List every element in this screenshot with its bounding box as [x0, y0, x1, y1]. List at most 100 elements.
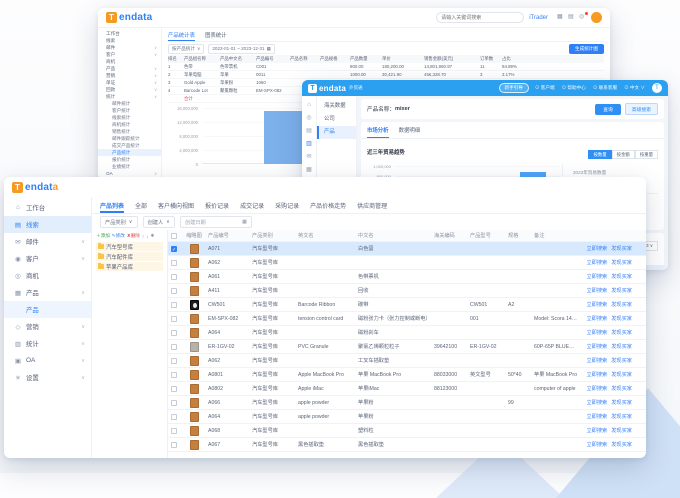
row-checkbox[interactable]: [171, 274, 177, 280]
tree-tool-＋添加[interactable]: ＋添加: [96, 233, 110, 239]
tree-tool-✱[interactable]: ✱: [150, 233, 154, 239]
product-code-link[interactable]: ER-1GV-02: [208, 344, 252, 350]
row-checkbox[interactable]: [171, 330, 177, 336]
action-link-发现买家[interactable]: 发现买家: [611, 343, 632, 350]
header-menu-item[interactable]: ⊙ 联系客服: [593, 85, 617, 91]
tab-产品统计表[interactable]: 产品统计表: [168, 31, 195, 41]
tree-tool-↑[interactable]: ↑: [142, 234, 144, 239]
product-code-link[interactable]: A0802: [208, 386, 252, 392]
row-checkbox[interactable]: [171, 260, 177, 266]
sidebar-item[interactable]: 客户∨: [98, 51, 161, 58]
sidebar-item[interactable]: 商机统计: [98, 121, 161, 128]
sidebar-item-设置[interactable]: ✳设置∨: [4, 369, 91, 386]
action-link-发现买家[interactable]: 发现买家: [611, 287, 632, 294]
sidebar-item[interactable]: 商机: [98, 58, 161, 65]
table-row[interactable]: A0802汽车型号库Apple iMac苹果iMac88123000comput…: [168, 382, 646, 396]
apps-icon[interactable]: ▦: [557, 14, 564, 21]
itrader-link[interactable]: iTrader: [529, 15, 548, 21]
product-code-link[interactable]: EM-SPX-082: [208, 316, 252, 322]
tree-tool-↓[interactable]: ↓: [146, 234, 148, 239]
tab-报价记录[interactable]: 报价记录: [205, 197, 229, 213]
tab-全部[interactable]: 全部: [135, 197, 147, 213]
sidebar-item[interactable]: 统计∨: [98, 93, 161, 100]
action-link-立即搜索[interactable]: 立即搜索: [586, 315, 607, 322]
sidebar-item-工作台[interactable]: ⌂工作台: [4, 199, 91, 216]
advanced-search-button[interactable]: 高级搜索: [625, 103, 658, 115]
action-link-立即搜索[interactable]: 立即搜索: [586, 343, 607, 350]
search-button[interactable]: 查询: [595, 104, 621, 115]
folder-item[interactable]: 汽车型号库: [96, 242, 163, 251]
action-link-立即搜索[interactable]: 立即搜索: [586, 371, 607, 378]
action-link-发现买家[interactable]: 发现买家: [611, 427, 632, 434]
product-code-link[interactable]: A071: [208, 246, 252, 252]
row-checkbox[interactable]: [171, 302, 177, 308]
date-range-input[interactable]: 2023-01-01 ~ 2023-12-31▦: [208, 44, 275, 54]
calendar-icon[interactable]: ▦: [306, 166, 312, 173]
action-link-立即搜索[interactable]: 立即搜索: [586, 329, 607, 336]
tab-客户横向视图[interactable]: 客户横向视图: [158, 197, 194, 213]
toggle-按金额[interactable]: 按金额: [612, 150, 635, 159]
sidebar-item-产品[interactable]: ▦产品∨: [4, 284, 91, 301]
sidebar-item[interactable]: 线索统计: [98, 114, 161, 121]
action-link-发现买家[interactable]: 发现买家: [611, 413, 632, 420]
table-row[interactable]: A067汽车型号库黑色插取垫黑色插取垫立即搜索发现买家: [168, 438, 646, 452]
sidebar-item-客户[interactable]: ◉客户∨: [4, 250, 91, 267]
action-link-发现买家[interactable]: 发现买家: [611, 273, 632, 280]
sidebar-item[interactable]: 客户统计: [98, 107, 161, 114]
row-checkbox[interactable]: [171, 442, 177, 448]
sidebar-item[interactable]: 产品∨: [98, 65, 161, 72]
row-checkbox[interactable]: [171, 386, 177, 392]
header-menu-item[interactable]: ⊙ 中文 ∨: [624, 85, 645, 91]
sidebar-item-商机[interactable]: ◎商机: [4, 267, 91, 284]
tab-市场分析[interactable]: 市场分析: [367, 126, 389, 138]
avatar[interactable]: [591, 12, 602, 23]
action-link-立即搜索[interactable]: 立即搜索: [586, 357, 607, 364]
table-row[interactable]: 2苹果电脑苹果00111000.0030,421.90456,328.7033.…: [168, 71, 604, 79]
table-row[interactable]: EM-SPX-082汽车型号库tension control card磁粉张力卡…: [168, 312, 646, 326]
product-code-link[interactable]: A411: [208, 288, 252, 294]
header-menu-item[interactable]: ⊙ 帮助中心: [562, 85, 586, 91]
sidebar-item[interactable]: 邮件∨: [98, 44, 161, 51]
tree-tool-✘删除[interactable]: ✘删除: [127, 233, 140, 239]
tree-tool-✎修改[interactable]: ✎修改: [112, 233, 125, 239]
action-link-立即搜索[interactable]: 立即搜索: [586, 399, 607, 406]
sidebar-item[interactable]: 邮件统计: [98, 100, 161, 107]
product-code-link[interactable]: A062: [208, 260, 252, 266]
product-code-link[interactable]: A066: [208, 400, 252, 406]
sidebar-item[interactable]: 成交产品统计: [98, 142, 161, 149]
mail-icon[interactable]: ✉: [306, 153, 311, 160]
sidebar-item-营销[interactable]: ◇营销∨: [4, 318, 91, 335]
action-link-发现买家[interactable]: 发现买家: [611, 329, 632, 336]
table-row[interactable]: A062汽车型号库立即搜索发现买家: [168, 256, 646, 270]
action-link-立即搜索[interactable]: 立即搜索: [586, 413, 607, 420]
sidebar-item[interactable]: 报价统计: [98, 156, 161, 163]
table-row[interactable]: A068汽车型号库塑料粒立即搜索发现买家: [168, 424, 646, 438]
product-code-link[interactable]: A067: [208, 442, 252, 448]
sidebar-item-邮件[interactable]: ✉邮件∨: [4, 233, 91, 250]
create-date-input[interactable]: 创建日期▦: [180, 216, 252, 228]
group-by-select[interactable]: 按产品统计∨: [168, 44, 204, 54]
tab-成交记录[interactable]: 成交记录: [240, 197, 264, 213]
nav-item-产品[interactable]: 产品: [317, 126, 356, 139]
nav-item-海关数据[interactable]: 海关数据: [317, 100, 356, 113]
action-link-发现买家[interactable]: 发现买家: [611, 399, 632, 406]
table-row[interactable]: A062汽车型号库工叉车插取垫立即搜索发现买家: [168, 354, 646, 368]
action-link-发现买家[interactable]: 发现买家: [611, 385, 632, 392]
tab-供应商管理[interactable]: 供应商管理: [357, 197, 387, 213]
sidebar-item[interactable]: 邮件跟踪统计: [98, 135, 161, 142]
action-link-发现买家[interactable]: 发现买家: [611, 357, 632, 364]
action-link-立即搜索[interactable]: 立即搜索: [586, 427, 607, 434]
tab-数据明细[interactable]: 数据明细: [399, 126, 421, 138]
chart-icon[interactable]: ▥: [306, 140, 312, 147]
hs-code[interactable]: 88123000: [434, 386, 470, 392]
action-link-立即搜索[interactable]: 立即搜索: [586, 287, 607, 294]
sidebar-item[interactable]: 销售统计: [98, 128, 161, 135]
product-code-link[interactable]: A0801: [208, 372, 252, 378]
row-checkbox[interactable]: [171, 344, 177, 350]
header-menu-item[interactable]: ⊙ 客户端: [535, 85, 555, 91]
guide-pill-button[interactable]: 新手引导: [499, 83, 529, 93]
bell-icon[interactable]: ◎: [579, 14, 586, 21]
gear-icon[interactable]: ▤: [568, 14, 575, 21]
table-row[interactable]: A0801汽车型号库Apple MacBook Pro苹果 MacBook Pr…: [168, 368, 646, 382]
table-row[interactable]: A066汽车型号库apple powder苹果粉99立即搜索发现买家: [168, 396, 646, 410]
